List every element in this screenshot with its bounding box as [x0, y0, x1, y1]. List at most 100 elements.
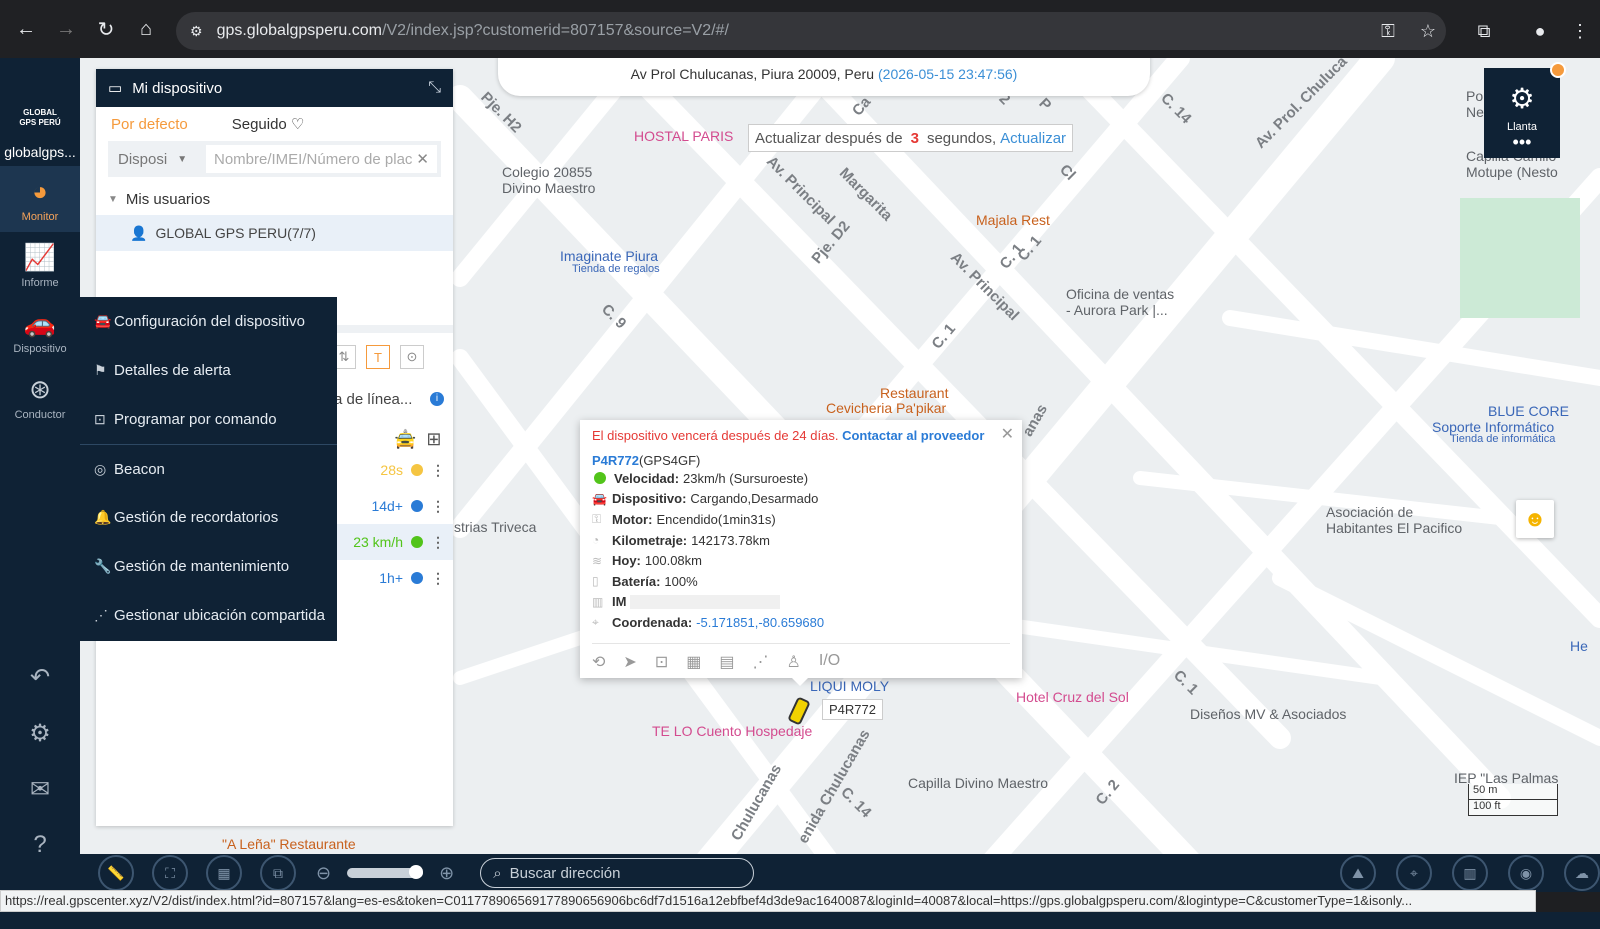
- star-icon[interactable]: ☆: [1408, 21, 1448, 42]
- search-type-select[interactable]: Disposi ▼: [112, 145, 200, 173]
- poi-label[interactable]: "A Leña" Restaurante: [222, 836, 356, 852]
- vehicle-list-icon[interactable]: 🚖: [394, 429, 416, 450]
- profile-avatar[interactable]: ●: [1520, 21, 1560, 42]
- poi-label[interactable]: Majala Rest: [976, 212, 1050, 228]
- refresh-now-link[interactable]: Actualizar: [1000, 130, 1066, 147]
- nav-item-monitor[interactable]: ◕ Monitor: [0, 166, 80, 232]
- menu-item-reminders[interactable]: 🔔 Gestión de recordatorios: [80, 493, 337, 542]
- more-vert-icon[interactable]: ⋮: [431, 462, 445, 479]
- menu-item-alert-details[interactable]: ⚑ Detalles de alerta: [80, 346, 337, 395]
- poi-label[interactable]: Imaginate Piura: [560, 248, 658, 264]
- more-vert-icon[interactable]: ⋮: [431, 570, 445, 587]
- hierarchy-icon[interactable]: ⊞: [426, 429, 441, 450]
- more-vert-icon[interactable]: ⋮: [1560, 21, 1600, 42]
- help-icon[interactable]: ?: [0, 817, 80, 873]
- forward-icon[interactable]: →: [46, 9, 86, 49]
- zoom-control[interactable]: ⊖ ⊕: [316, 863, 454, 884]
- poi-label[interactable]: Divino Maestro: [502, 180, 595, 196]
- tire-widget[interactable]: ⚙ Llanta •••: [1484, 62, 1566, 158]
- menu-item-device-config[interactable]: 🚘 Configuración del dispositivo: [80, 297, 337, 346]
- device-plate-link[interactable]: P4R772: [592, 453, 639, 468]
- poi-label[interactable]: Capilla Divino Maestro: [908, 775, 1048, 791]
- navigate-icon[interactable]: ➤: [623, 652, 636, 672]
- mail-icon[interactable]: ✉: [0, 761, 80, 817]
- settings-icon[interactable]: ⚙: [0, 705, 80, 761]
- poi-label[interactable]: BLUE CORE: [1488, 403, 1569, 419]
- io-button[interactable]: I/O: [819, 652, 840, 672]
- poi-label[interactable]: Po: [1466, 88, 1483, 104]
- menu-item-beacon[interactable]: ◎ Beacon: [80, 444, 337, 493]
- poi-label[interactable]: - Aurora Park |...: [1066, 302, 1168, 318]
- locate-icon[interactable]: ⊙: [400, 345, 424, 369]
- poi-label[interactable]: Motupe (Nesto: [1466, 164, 1558, 180]
- address-bar[interactable]: ⚙ gps.globalgpsperu.com/V2/index.jsp?cus…: [176, 12, 1446, 50]
- poi-label[interactable]: Ne: [1466, 104, 1484, 120]
- nav-item-informe[interactable]: 📈 Informe: [0, 232, 80, 298]
- poi-label[interactable]: TE LO Cuento Hospedaje: [652, 723, 812, 739]
- street-view-icon[interactable]: ♙: [786, 652, 800, 672]
- zoom-out-icon[interactable]: ⊖: [316, 863, 331, 884]
- device-row[interactable]: 14d+ ⋮: [336, 488, 453, 524]
- poi-label[interactable]: Colegio 20855: [502, 164, 592, 180]
- text-toggle-button[interactable]: T: [366, 345, 390, 369]
- device-row[interactable]: 28s ⋮: [336, 452, 453, 488]
- tree-root[interactable]: ▼ Mis usuarios: [96, 183, 453, 215]
- report-icon[interactable]: ▤: [719, 652, 734, 672]
- site-settings-icon[interactable]: ⚙: [190, 23, 203, 40]
- collapse-icon[interactable]: ⤡: [428, 79, 441, 97]
- search-input[interactable]: Nombre/IMEI/Número de plac ✕: [206, 145, 437, 173]
- key-icon[interactable]: ⚿: [1368, 21, 1408, 42]
- more-vert-icon[interactable]: ⋮: [431, 498, 445, 515]
- poi-label[interactable]: HOSTAL PARIS: [634, 128, 733, 144]
- poi-label[interactable]: strias Triveca: [454, 519, 536, 535]
- more-vert-icon[interactable]: ⋮: [431, 534, 445, 551]
- coordinate-link[interactable]: -5.171851,-80.659680: [696, 615, 824, 630]
- poi-label[interactable]: Asociación de: [1326, 504, 1413, 520]
- poi-label[interactable]: Hotel Cruz del Sol: [1016, 689, 1129, 705]
- command-icon[interactable]: ⊡: [655, 652, 668, 672]
- home-icon[interactable]: ⌂: [126, 9, 166, 49]
- brand-logo[interactable]: GLOBAL GPS PERÚ globalgps...: [0, 58, 80, 166]
- menu-item-shared-location[interactable]: ⋰ Gestionar ubicación compartida: [80, 591, 337, 640]
- menu-item-schedule-command[interactable]: ⊡ Programar por comando: [80, 395, 337, 444]
- device-row[interactable]: 1h+ ⋮: [336, 560, 453, 596]
- zoom-slider[interactable]: [347, 865, 424, 879]
- ruler-icon[interactable]: 📏: [98, 855, 134, 891]
- map-icon[interactable]: ⛰: [1340, 855, 1376, 891]
- poi-label[interactable]: LIQUI MOLY: [810, 678, 889, 694]
- tab-followed[interactable]: Seguido ♡: [232, 115, 305, 133]
- contact-provider-link[interactable]: Contactar al proveedor: [842, 428, 984, 443]
- alert-icon[interactable]: ◉: [1508, 855, 1544, 891]
- info-icon[interactable]: i: [430, 392, 444, 406]
- poi-label[interactable]: Habitantes El Pacifico: [1326, 520, 1462, 536]
- nav-item-conductor[interactable]: ⊛ Conductor: [0, 364, 80, 430]
- reload-icon[interactable]: ↻: [86, 9, 126, 49]
- cloud-icon[interactable]: ☁: [1564, 855, 1600, 891]
- close-icon[interactable]: ✕: [1001, 424, 1014, 444]
- device-row-selected[interactable]: 23 km/h ⋮: [336, 524, 453, 560]
- poi-label[interactable]: Restaurant: [880, 385, 948, 401]
- menu-item-maintenance[interactable]: 🔧 Gestión de mantenimiento: [80, 542, 337, 591]
- poi-label[interactable]: Tienda de informática: [1450, 433, 1555, 445]
- vehicle-label[interactable]: P4R772: [822, 699, 883, 720]
- tree-user[interactable]: 👤 GLOBAL GPS PERU(7/7): [96, 215, 453, 251]
- poi-label[interactable]: Cevicheria Pa'pikar: [826, 400, 946, 416]
- grid-icon[interactable]: ▦: [206, 855, 242, 891]
- share-icon[interactable]: ⋰: [752, 652, 768, 672]
- more-horiz-icon[interactable]: •••: [1513, 133, 1532, 151]
- poi-icon[interactable]: ⌖: [1396, 855, 1432, 891]
- geofence-icon[interactable]: ▦: [686, 652, 701, 672]
- poi-label[interactable]: Diseños MV & Asociados: [1190, 706, 1346, 722]
- clear-icon[interactable]: ✕: [416, 150, 429, 168]
- street-view-pegman-icon[interactable]: ☻: [1516, 500, 1554, 538]
- caret-down-icon[interactable]: ▼: [108, 194, 118, 205]
- poi-label[interactable]: He: [1570, 638, 1588, 654]
- fence-icon[interactable]: ▥: [1452, 855, 1488, 891]
- address-search-input[interactable]: ⌕ Buscar dirección: [480, 858, 755, 888]
- url-text[interactable]: gps.globalgpsperu.com/V2/index.jsp?custo…: [217, 22, 729, 40]
- back-icon[interactable]: ←: [6, 9, 46, 49]
- nav-item-dispositivo[interactable]: 🚗 Dispositivo: [0, 298, 80, 364]
- poi-label[interactable]: Oficina de ventas: [1066, 286, 1174, 302]
- poi-label[interactable]: Tienda de regalos: [572, 263, 660, 275]
- tab-default[interactable]: Por defecto: [111, 116, 188, 133]
